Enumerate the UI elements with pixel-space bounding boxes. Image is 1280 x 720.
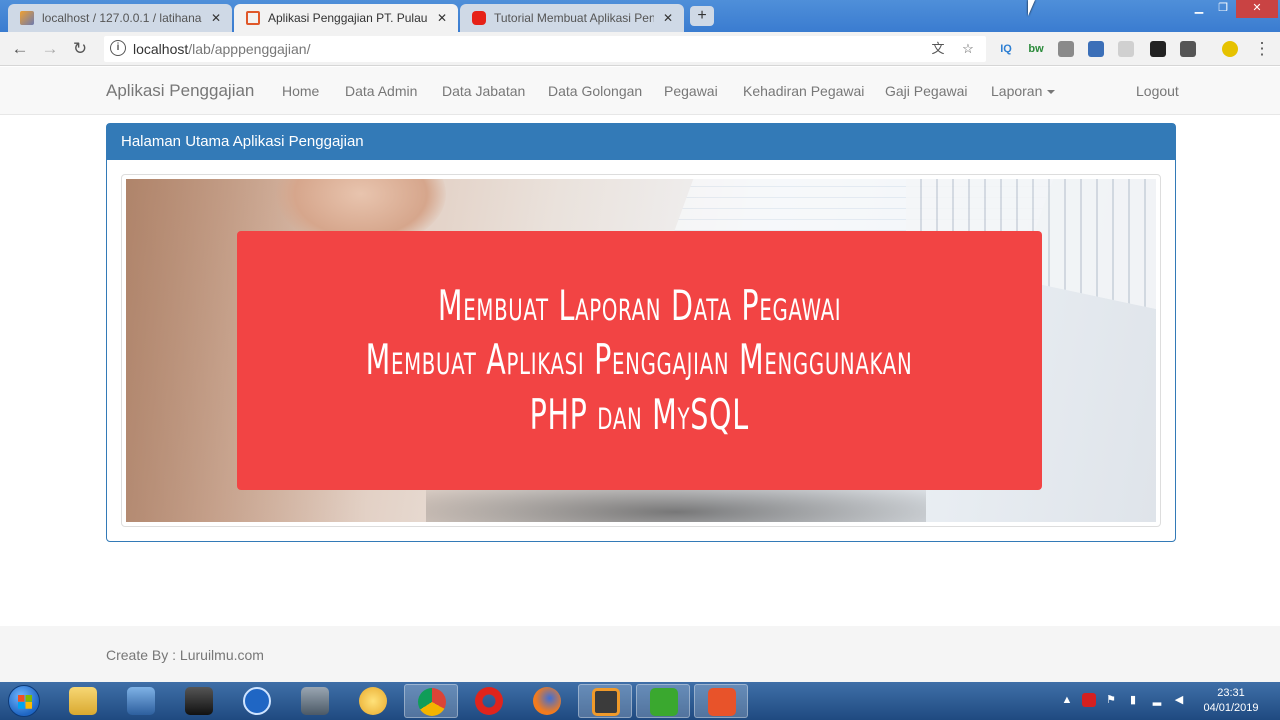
youtube-icon [472,11,486,25]
network-icon [127,687,155,715]
taskbar-camtasia-orange[interactable] [694,684,748,718]
url-host: localhost [133,41,189,57]
mouse-cursor-icon [1028,0,1035,16]
windows-logo-icon [18,695,32,709]
tab-aplikasi-penggajian[interactable]: Aplikasi Penggajian PT. Pulau Ber ✕ [234,4,458,32]
caret-down-icon [1047,90,1056,95]
nav-data-jabatan[interactable]: Data Jabatan [442,83,525,99]
opera-icon [475,687,503,715]
tray-app-icon[interactable] [1082,693,1096,707]
bookmark-star-icon[interactable]: ☆ [960,41,976,57]
close-tab-icon[interactable]: ✕ [434,11,450,25]
new-tab-button[interactable]: + [690,6,714,26]
taskbar-sublime[interactable] [578,684,632,718]
page-icon [246,11,260,25]
volume-icon[interactable]: ◀ [1172,693,1186,707]
footer-credit: Create By : Luruilmu.com [106,647,264,663]
camtasia-recorder-icon [650,688,678,716]
extension-bw-icon[interactable]: bw [1028,41,1044,57]
sublime-text-icon [592,688,620,716]
translate-icon[interactable]: 文 [930,41,946,57]
tab-title: Aplikasi Penggajian PT. Pulau Ber [268,11,428,25]
camtasia-studio-icon [708,688,736,716]
banner-line-1: Membuat Laporan Data Pegawai [437,280,842,330]
taskbar-explorer[interactable] [56,684,110,718]
tray-expand-icon[interactable]: ▲ [1060,693,1074,707]
taskbar-app[interactable] [346,684,400,718]
taskbar-clock[interactable]: 23:31 04/01/2019 [1196,686,1266,716]
tab-phpmyadmin[interactable]: localhost / 127.0.0.1 / latihanapp ✕ [8,4,232,32]
app-icon [359,687,387,715]
battery-icon[interactable]: ▮ [1126,693,1140,707]
taskbar-firefox[interactable] [520,684,574,718]
navbar-brand[interactable]: Aplikasi Penggajian [106,81,254,101]
banner-image: Membuat Laporan Data Pegawai Membuat Apl… [126,179,1156,522]
phpmyadmin-icon [20,11,34,25]
close-window-icon[interactable]: ✕ [1236,0,1278,18]
chrome-icon [418,688,446,716]
taskbar-camtasia-green[interactable] [636,684,690,718]
extension-badge-icon[interactable] [1150,41,1166,57]
nav-laporan-label: Laporan [991,83,1043,99]
taskbar-network[interactable] [114,684,168,718]
info-icon[interactable]: i [110,40,126,56]
nav-pegawai[interactable]: Pegawai [664,83,718,99]
clock-date: 04/01/2019 [1203,702,1259,714]
address-bar[interactable]: i localhost/lab/apppenggajian/ 文 ☆ [104,36,986,62]
minimize-window-icon[interactable]: ▁ [1186,0,1212,18]
reload-icon[interactable]: ↻ [70,39,90,59]
url-path: /lab/apppenggajian/ [188,41,311,57]
taskbar-opera[interactable] [462,684,516,718]
tab-youtube-tutorial[interactable]: Tutorial Membuat Aplikasi Pengg ✕ [460,4,684,32]
logout-link[interactable]: Logout [1136,83,1179,99]
restore-window-icon[interactable]: ❐ [1210,0,1236,18]
chrome-menu-icon[interactable]: ⋮ [1252,39,1272,59]
action-center-flag-icon[interactable]: ⚑ [1104,693,1118,707]
banner-line-2: Membuat Aplikasi Penggajian Menggunakan [366,335,913,385]
extension-page-icon[interactable] [1118,41,1134,57]
extension-chart-icon[interactable] [1058,41,1074,57]
taskbar-laptop[interactable] [172,684,226,718]
page-footer: Create By : Luruilmu.com [0,626,1280,682]
close-tab-icon[interactable]: ✕ [208,11,224,25]
extension-iq-icon[interactable]: IQ [998,41,1014,57]
nav-data-golongan[interactable]: Data Golongan [548,83,642,99]
files-icon [301,687,329,715]
close-tab-icon[interactable]: ✕ [660,11,676,25]
main-panel: Halaman Utama Aplikasi Penggajian Membua… [106,123,1176,542]
nav-kehadiran-pegawai[interactable]: Kehadiran Pegawai [743,83,864,99]
tab-title: localhost / 127.0.0.1 / latihanapp [42,11,202,25]
extension-yellow-icon[interactable] [1222,41,1238,57]
extension-shield-icon[interactable] [1180,41,1196,57]
forward-arrow-icon[interactable]: → [40,39,60,59]
url-text[interactable]: localhost/lab/apppenggajian/ [133,41,311,57]
folder-icon [69,687,97,715]
banner-line-3: PHP dan MySQL [529,389,750,439]
banner-thumbnail: Membuat Laporan Data Pegawai Membuat Apl… [121,174,1161,527]
laptop-icon [185,687,213,715]
panel-heading: Halaman Utama Aplikasi Penggajian [107,124,1175,160]
clock-time: 23:31 [1217,687,1245,699]
extension-new-icon[interactable] [1088,41,1104,57]
phone-icon [243,687,271,715]
back-arrow-icon[interactable]: ← [10,39,30,59]
taskbar-phone[interactable] [230,684,284,718]
browser-toolbar: ← → ↻ i localhost/lab/apppenggajian/ 文 ☆… [0,32,1280,66]
nav-home[interactable]: Home [282,83,319,99]
start-button[interactable] [8,685,40,717]
firefox-icon [533,687,561,715]
nav-data-admin[interactable]: Data Admin [345,83,417,99]
taskbar-files[interactable] [288,684,342,718]
browser-tab-bar: localhost / 127.0.0.1 / latihanapp ✕ Apl… [0,0,1280,32]
nav-gaji-pegawai[interactable]: Gaji Pegawai [885,83,968,99]
nav-laporan-dropdown[interactable]: Laporan [991,83,1056,99]
app-navbar: Aplikasi Penggajian Home Data Admin Data… [0,67,1280,115]
tab-title: Tutorial Membuat Aplikasi Pengg [494,11,654,25]
windows-taskbar: ▲ ⚑ ▮ ▂ ◀ 23:31 04/01/2019 [0,682,1280,720]
taskbar-chrome[interactable] [404,684,458,718]
network-signal-icon[interactable]: ▂ [1150,693,1164,707]
banner-title-box: Membuat Laporan Data Pegawai Membuat Apl… [237,231,1042,490]
